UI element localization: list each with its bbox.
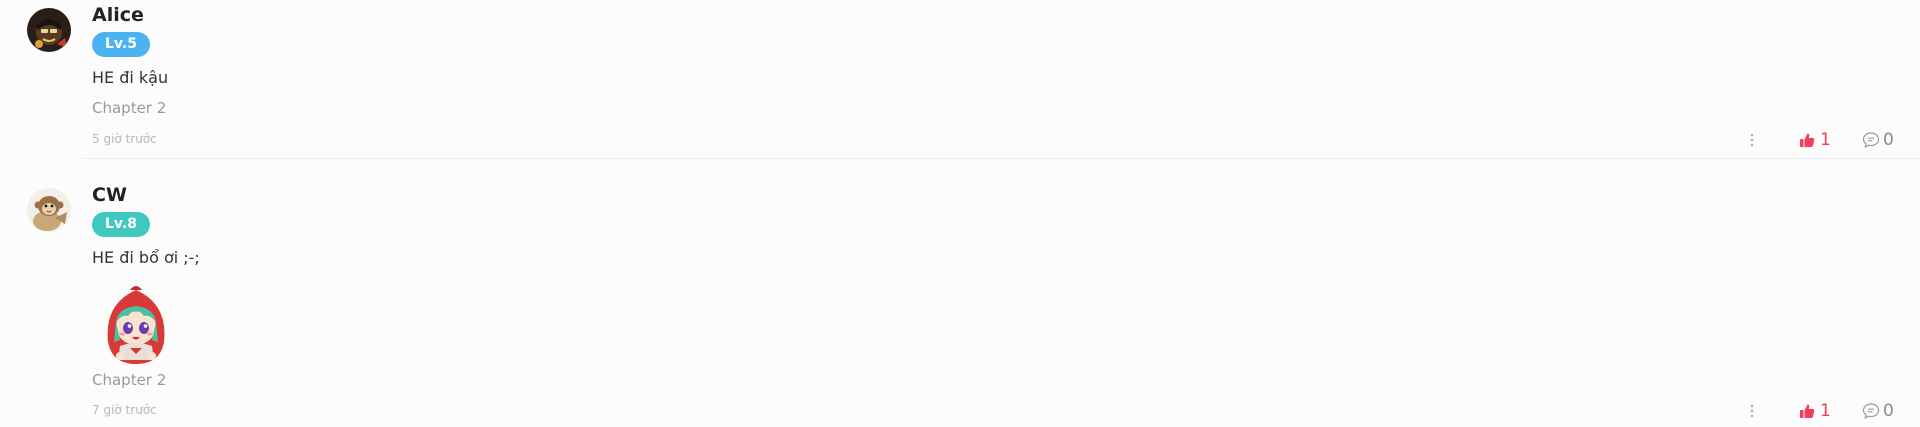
speech-bubble-icon [1862,131,1880,149]
user-avatar[interactable] [27,188,71,232]
more-options-icon[interactable] [1746,403,1758,419]
thumbs-up-icon [1799,403,1815,419]
comment-actions: 1 0 [0,399,1920,423]
chapter-link[interactable]: Chapter 2 [92,98,166,118]
comment-text: HE đi kậu [92,68,169,87]
comment-text: HE đi bổ ơi ;-; [92,248,200,267]
comment-divider [82,158,1920,159]
speech-bubble-icon [1862,402,1880,420]
like-count: 1 [1820,401,1831,421]
comment-actions: 1 0 [0,128,1920,152]
level-badge: Lv.8 [92,212,150,237]
monkey-avatar-icon [27,188,71,232]
level-badge: Lv.5 [92,32,150,57]
more-options-icon[interactable] [1746,132,1758,148]
reply-button[interactable]: 0 [1862,399,1894,423]
username[interactable]: CW [92,183,127,207]
comment-list: Alice Lv.5 HE đi kậu Chapter 2 5 giờ trư… [0,0,1920,427]
comment-item: CW Lv.8 HE đi bổ ơi ;-; Chapter 2 7 giờ … [0,180,1920,427]
reply-count: 0 [1883,401,1894,421]
reply-count: 0 [1883,130,1894,150]
like-button[interactable]: 1 [1799,128,1831,152]
like-count: 1 [1820,130,1831,150]
thumbs-up-icon [1799,132,1815,148]
comment-item: Alice Lv.5 HE đi kậu Chapter 2 5 giờ trư… [0,0,1920,160]
red-hood-girl-sticker-icon [100,282,172,366]
dark-character-avatar-icon [27,8,71,52]
username[interactable]: Alice [92,3,144,27]
chapter-link[interactable]: Chapter 2 [92,370,166,390]
like-button[interactable]: 1 [1799,399,1831,423]
user-avatar[interactable] [27,8,71,52]
reply-button[interactable]: 0 [1862,128,1894,152]
